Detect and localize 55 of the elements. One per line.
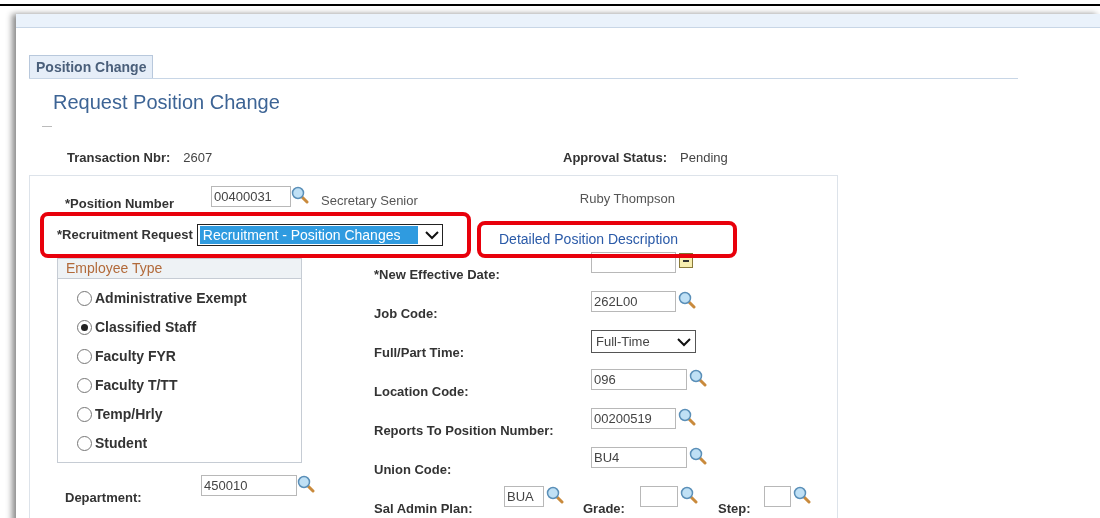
search-icon[interactable] — [678, 408, 696, 426]
panel-header: Employee Type — [58, 259, 301, 279]
field-label: Grade: — [583, 501, 625, 516]
input-field[interactable]: 00200519 — [591, 408, 676, 429]
radio-label: Faculty T/TT — [95, 375, 178, 395]
field-label: Reports To Position Number: — [374, 423, 554, 438]
field-label: Location Code: — [374, 384, 469, 399]
radio-button[interactable] — [77, 406, 92, 422]
caret-icon — [424, 230, 439, 240]
radio-label: Administrative Exempt — [95, 288, 247, 308]
input-field[interactable]: 262L00 — [591, 291, 676, 312]
field-label: Step: — [718, 501, 751, 516]
field-label: Job Code: — [374, 306, 438, 321]
radio-button[interactable] — [77, 348, 92, 364]
field-label: Full/Part Time: — [374, 345, 465, 360]
select-field[interactable]: Full-Time — [591, 330, 696, 353]
field-label: Transaction Nbr: — [67, 148, 171, 167]
caret-icon — [677, 336, 691, 347]
radio-label: Student — [95, 433, 148, 453]
search-icon[interactable] — [291, 186, 309, 204]
page-title: Request Position Change — [53, 90, 281, 114]
radio-button[interactable] — [77, 290, 92, 306]
approval-status: Pending — [680, 148, 728, 167]
search-icon[interactable] — [680, 486, 698, 504]
field-label: *New Effective Date: — [374, 267, 500, 282]
input-field[interactable]: 450010 — [201, 475, 297, 496]
input-field[interactable]: 096 — [591, 369, 687, 390]
field-label: Department: — [65, 490, 142, 505]
field-label: Union Code: — [374, 462, 452, 477]
description-link[interactable]: Detailed Position Description — [499, 229, 678, 250]
search-icon[interactable] — [546, 486, 564, 504]
search-icon[interactable] — [689, 447, 707, 465]
radio-label: Classified Staff — [95, 317, 197, 337]
position-description: Secretary Senior — [321, 192, 418, 210]
radio-label: Faculty FYR — [95, 346, 176, 366]
input-field[interactable]: 00400031 — [211, 186, 291, 207]
employee-name: Ruby Thompson — [579, 190, 675, 208]
field-label: Sal Admin Plan: — [374, 501, 473, 516]
radio-button[interactable] — [77, 435, 92, 451]
search-icon[interactable] — [689, 369, 707, 387]
input-field[interactable]: BUA — [504, 486, 544, 507]
search-icon[interactable] — [793, 486, 811, 504]
input-field[interactable]: BU4 — [591, 447, 687, 468]
transaction-number: 2607 — [183, 148, 213, 167]
radio-button[interactable] — [77, 319, 92, 335]
input-field[interactable] — [764, 486, 791, 507]
field-label: *Position Number — [65, 196, 175, 211]
input-field[interactable] — [640, 486, 678, 507]
field-label: *Recruitment Request — [57, 226, 193, 245]
radio-label: Temp/Hrly — [95, 404, 163, 424]
search-icon[interactable] — [678, 291, 696, 309]
field-label: Approval Status: — [563, 148, 667, 167]
radio-button[interactable] — [77, 377, 92, 393]
tab[interactable]: Position Change — [29, 55, 154, 78]
search-icon[interactable] — [297, 475, 315, 493]
